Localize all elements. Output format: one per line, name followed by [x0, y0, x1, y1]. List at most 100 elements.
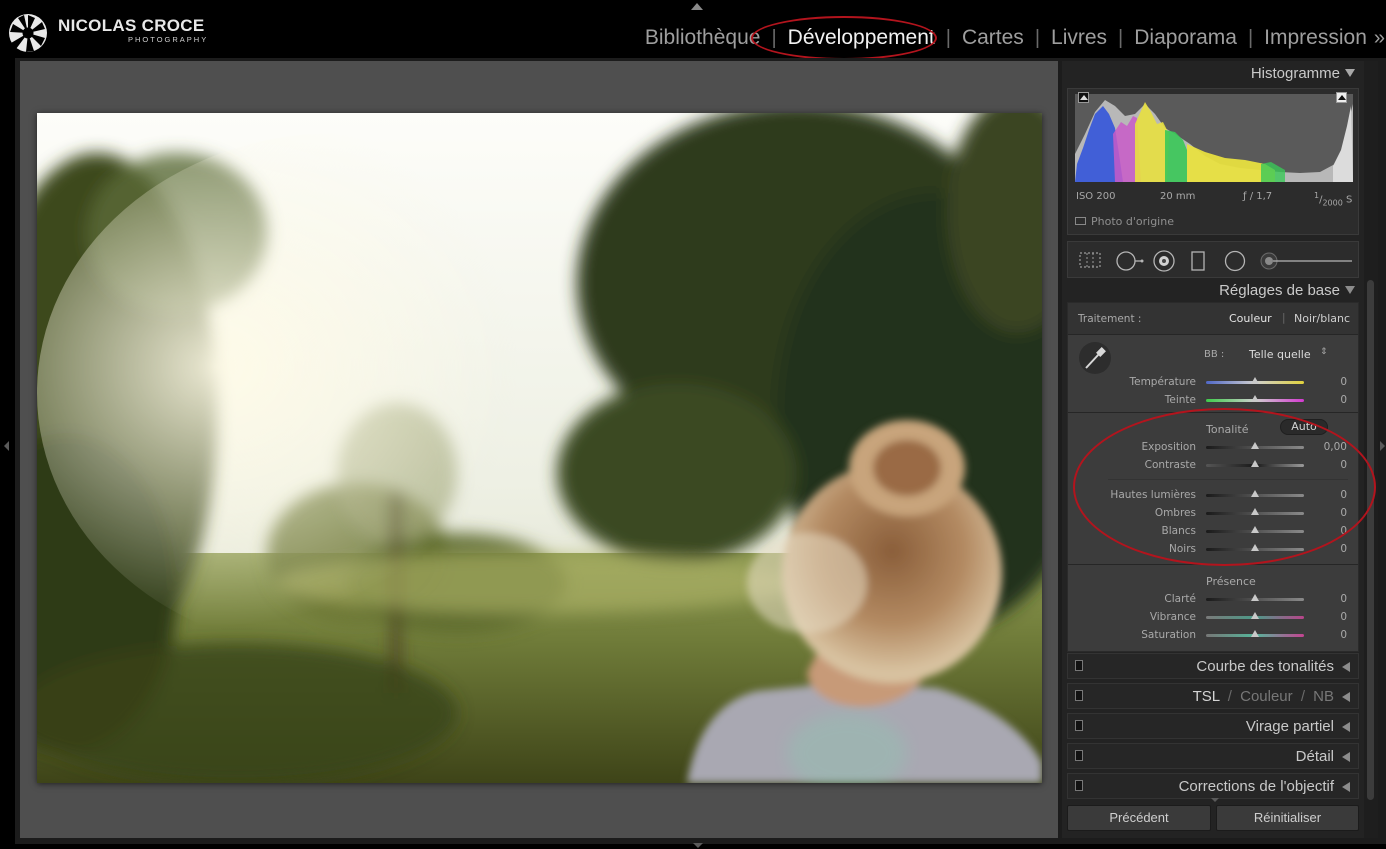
hsl-header[interactable]: TSL / Couleur / NB: [1067, 683, 1359, 709]
crop-overlay-icon[interactable]: [1078, 250, 1102, 270]
blacks-value[interactable]: 0: [1313, 543, 1347, 555]
panel-toggle-switch[interactable]: [1075, 690, 1083, 701]
saturation-value[interactable]: 0: [1313, 629, 1347, 641]
basic-panel: Traitement : Couleur | Noir/blanc BB : T…: [1067, 302, 1359, 652]
collapse-triangle-icon[interactable]: [1345, 69, 1355, 77]
temperature-slider[interactable]: [1206, 377, 1304, 384]
dropdown-arrows-icon[interactable]: ⇕: [1320, 347, 1328, 357]
panel-toggle-switch[interactable]: [1075, 750, 1083, 761]
module-library[interactable]: Bibliothèque: [645, 26, 761, 50]
temperature-label: Température: [1129, 376, 1196, 388]
histogram-graph[interactable]: [1075, 94, 1353, 182]
module-map[interactable]: Cartes: [962, 26, 1024, 50]
split-toning-header[interactable]: Virage partiel: [1067, 713, 1359, 739]
panel-scroll-arrow-icon: [1211, 798, 1219, 802]
tint-slider[interactable]: [1206, 395, 1304, 402]
expand-triangle-icon[interactable]: [1342, 782, 1350, 792]
blacks-slider[interactable]: [1206, 544, 1304, 551]
module-develop[interactable]: Développement: [788, 26, 935, 50]
slider-thumb[interactable]: [1251, 612, 1259, 619]
slider-thumb[interactable]: [1251, 594, 1259, 601]
shadows-slider[interactable]: [1206, 508, 1304, 515]
module-slideshow[interactable]: Diaporama: [1134, 26, 1237, 50]
more-modules-icon[interactable]: »: [1374, 27, 1385, 50]
exif-iso: ISO 200: [1076, 191, 1116, 202]
radial-filter-icon[interactable]: [1223, 250, 1247, 272]
expand-triangle-icon[interactable]: [1342, 692, 1350, 702]
shadow-clipping-toggle[interactable]: [1078, 92, 1089, 103]
filmstrip-toggle-icon[interactable]: [693, 843, 703, 848]
histogram-header[interactable]: Histogramme: [1062, 61, 1364, 87]
expand-triangle-icon[interactable]: [1342, 662, 1350, 672]
white-balance-section: BB : Telle quelle ⇕ Température 0 Teinte…: [1068, 335, 1358, 413]
hsl-bw-tab[interactable]: NB: [1313, 688, 1334, 705]
reset-button[interactable]: Réinitialiser: [1216, 805, 1359, 831]
slider-thumb[interactable]: [1251, 395, 1259, 402]
highlights-slider[interactable]: [1206, 490, 1304, 497]
temperature-value[interactable]: 0: [1313, 376, 1347, 388]
treatment-row: Traitement : Couleur | Noir/blanc: [1068, 303, 1358, 335]
photo-preview: [37, 113, 1042, 783]
left-panel-toggle-icon[interactable]: [4, 441, 9, 451]
exposure-value[interactable]: 0,00: [1313, 441, 1347, 453]
slider-thumb[interactable]: [1251, 544, 1259, 551]
basic-header[interactable]: Réglages de base: [1062, 278, 1364, 304]
slider-thumb[interactable]: [1251, 442, 1259, 449]
brand-name: NICOLAS CROCE: [58, 16, 205, 35]
exif-focal-length: 20 mm: [1160, 191, 1196, 202]
wb-label: BB :: [1204, 349, 1225, 360]
panel-scrollbar-thumb[interactable]: [1367, 280, 1374, 800]
whites-slider[interactable]: [1206, 526, 1304, 533]
exposure-label: Exposition: [1141, 441, 1196, 453]
slider-thumb[interactable]: [1251, 508, 1259, 515]
treatment-bw-option[interactable]: Noir/blanc: [1294, 312, 1350, 325]
adjustment-brush-icon[interactable]: [1258, 250, 1354, 272]
shadows-value[interactable]: 0: [1313, 507, 1347, 519]
vibrance-value[interactable]: 0: [1313, 611, 1347, 623]
expand-triangle-icon[interactable]: [1342, 722, 1350, 732]
treatment-label: Traitement :: [1078, 313, 1142, 325]
hsl-color-tab[interactable]: Couleur: [1240, 688, 1293, 705]
previous-button[interactable]: Précédent: [1067, 805, 1211, 831]
exposure-slider[interactable]: [1206, 442, 1304, 449]
tone-curve-header[interactable]: Courbe des tonalités: [1067, 653, 1359, 679]
right-panel-toggle-icon[interactable]: [1380, 441, 1385, 451]
highlights-value[interactable]: 0: [1313, 489, 1347, 501]
auto-tone-button[interactable]: Auto: [1280, 419, 1328, 435]
eyedropper-icon[interactable]: [1078, 341, 1112, 375]
whites-value[interactable]: 0: [1313, 525, 1347, 537]
slider-thumb[interactable]: [1251, 490, 1259, 497]
red-eye-icon[interactable]: [1152, 250, 1176, 272]
top-panel-toggle-icon[interactable]: [691, 3, 703, 10]
module-print[interactable]: Impression: [1264, 26, 1367, 50]
slider-thumb[interactable]: [1251, 526, 1259, 533]
clarity-slider[interactable]: [1206, 594, 1304, 601]
treatment-divider: |: [1282, 312, 1286, 324]
module-separator: |: [771, 26, 777, 49]
treatment-color-option[interactable]: Couleur: [1229, 312, 1272, 325]
module-book[interactable]: Livres: [1051, 26, 1107, 50]
clarity-value[interactable]: 0: [1313, 593, 1347, 605]
panel-toggle-switch[interactable]: [1075, 660, 1083, 671]
slider-thumb[interactable]: [1251, 377, 1259, 384]
hsl-tab[interactable]: TSL: [1193, 688, 1220, 705]
slider-thumb[interactable]: [1251, 630, 1259, 637]
spot-removal-icon[interactable]: [1115, 250, 1145, 272]
vibrance-slider[interactable]: [1206, 612, 1304, 619]
detail-header[interactable]: Détail: [1067, 743, 1359, 769]
tint-value[interactable]: 0: [1313, 394, 1347, 406]
panel-toggle-switch[interactable]: [1075, 780, 1083, 791]
contrast-value[interactable]: 0: [1313, 459, 1347, 471]
slider-thumb[interactable]: [1251, 460, 1259, 467]
contrast-slider[interactable]: [1206, 460, 1304, 467]
wb-preset-select[interactable]: Telle quelle: [1249, 348, 1311, 361]
saturation-slider[interactable]: [1206, 630, 1304, 637]
lens-corrections-header[interactable]: Corrections de l'objectif: [1067, 773, 1359, 799]
panel-toggle-switch[interactable]: [1075, 720, 1083, 731]
graduated-filter-icon[interactable]: [1190, 250, 1206, 272]
original-photo-checkbox[interactable]: [1075, 217, 1086, 225]
expand-triangle-icon[interactable]: [1342, 752, 1350, 762]
top-bar: NICOLAS CROCE PHOTOGRAPHY Bibliothèque |…: [0, 0, 1386, 60]
collapse-triangle-icon[interactable]: [1345, 286, 1355, 294]
highlight-clipping-toggle[interactable]: [1336, 92, 1347, 103]
